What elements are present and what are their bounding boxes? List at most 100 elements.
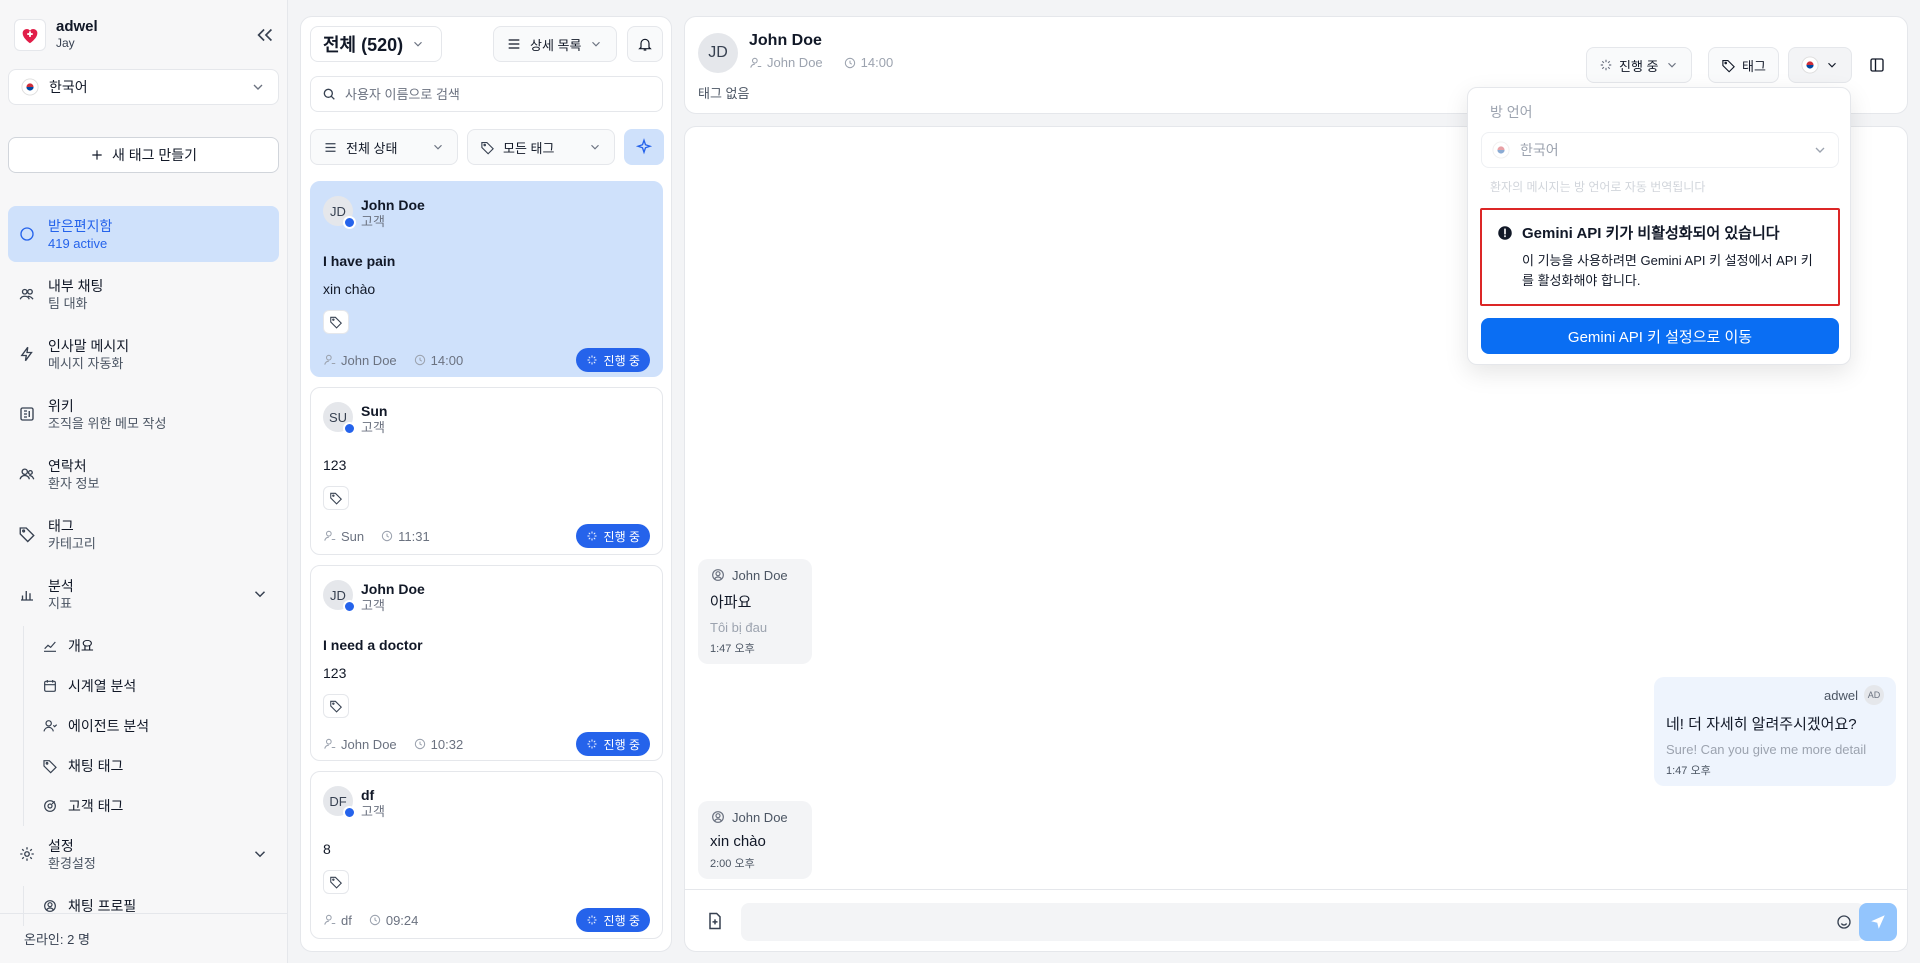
collapse-sidebar-icon[interactable] (254, 24, 276, 46)
conversation-card[interactable]: SU Sun 고객 123 Sun 11:31 진행 중 (310, 387, 663, 555)
brand-logo (14, 18, 46, 51)
sidebar-item-wiki[interactable]: 위키 조직을 위한 메모 작성 (8, 386, 279, 442)
language-label: 한국어 (49, 79, 88, 95)
card-name: Sun (361, 403, 388, 419)
message-input[interactable] (753, 914, 1835, 930)
subnav-customer-tags[interactable]: 고객 태그 (34, 786, 279, 826)
avatar: JD (323, 580, 356, 613)
tag-label: 태그 (1742, 58, 1766, 74)
status-select-button[interactable]: 진행 중 (1586, 47, 1692, 83)
avatar: DF (323, 786, 356, 819)
conversation-filter-select[interactable]: 전체 (520) (310, 26, 442, 62)
customer-icon (710, 809, 726, 825)
add-tag-button[interactable] (323, 694, 349, 718)
message-sender: John Doe (732, 809, 788, 825)
conversation-card[interactable]: DF df 고객 8 df 09:24 진행 중 (310, 771, 663, 939)
go-to-api-settings-button[interactable]: Gemini API 키 설정으로 이동 (1481, 318, 1839, 354)
avatar: JD (323, 196, 356, 229)
sidebar-item-analytics[interactable]: 분석 지표 (8, 566, 279, 622)
search-box[interactable] (310, 76, 663, 112)
status-label: 진행 중 (603, 737, 640, 752)
sidebar-item-contacts[interactable]: 연락처 환자 정보 (8, 446, 279, 502)
tag-button[interactable]: 태그 (1708, 47, 1779, 83)
nav-sub: 메시지 자동화 (48, 355, 124, 371)
tag-filter-select[interactable]: 모든 태그 (467, 129, 615, 165)
sidebar-item-tags[interactable]: 태그 카테고리 (8, 506, 279, 562)
nav-title: 위키 (48, 397, 74, 414)
divider (0, 913, 287, 914)
card-time: 11:31 (398, 528, 430, 544)
sidebar-item-inbox[interactable]: 받은편지함 419 active (8, 206, 279, 262)
emoji-icon[interactable] (1835, 913, 1853, 931)
card-name: John Doe (361, 197, 425, 213)
gear-icon (18, 845, 36, 863)
nav-title: 태그 (48, 517, 74, 534)
view-mode-select[interactable]: 상세 목록 (493, 26, 617, 62)
room-language-button[interactable] (1788, 47, 1852, 83)
add-tag-button[interactable] (323, 870, 349, 894)
card-last-message: 123 (323, 665, 347, 681)
nav-title: 받은편지함 (48, 217, 113, 234)
conversation-card[interactable]: JD John Doe 고객 I have pain xin chào John … (310, 181, 663, 377)
view-label: 상세 목록 (530, 37, 582, 53)
agent-icon (323, 529, 337, 543)
subnav-agent[interactable]: 에이전트 분석 (34, 706, 279, 746)
message-text: xin chào (710, 833, 766, 850)
korea-flag-icon (1801, 56, 1819, 74)
analytics-subnav: 개요 시계열 분석 에이전트 분석 채팅 태그 고객 태그 (23, 626, 279, 826)
chat-meta: John Doe 14:00 (749, 55, 893, 70)
loader-icon (1599, 58, 1613, 72)
room-language-select[interactable]: 한국어 (1481, 132, 1839, 168)
subnav-timeseries[interactable]: 시계열 분석 (34, 666, 279, 706)
subnav-chat-tags[interactable]: 채팅 태그 (34, 746, 279, 786)
korea-flag-icon (1492, 141, 1510, 159)
search-input[interactable] (345, 86, 645, 102)
sidebar-panel-icon[interactable] (1865, 53, 1889, 77)
ai-magic-button[interactable] (624, 129, 664, 165)
status-badge: 진행 중 (575, 908, 650, 932)
sidebar-item-greeting[interactable]: 인사말 메시지 메시지 자동화 (8, 326, 279, 382)
nav-sub: 카테고리 (48, 535, 96, 551)
chevron-down-icon[interactable] (251, 585, 269, 603)
nav-title: 설정 (48, 837, 74, 854)
conversation-card[interactable]: JD John Doe 고객 I need a doctor 123 John D… (310, 565, 663, 761)
card-agent: John Doe (341, 352, 397, 368)
subnav-overview[interactable]: 개요 (34, 626, 279, 666)
status-badge: 진행 중 (575, 732, 650, 756)
sparkle-icon (635, 138, 653, 156)
language-select[interactable]: 한국어 (8, 69, 279, 105)
brand-name: adwel (56, 18, 98, 35)
chevron-down-icon (589, 37, 603, 51)
add-tag-button[interactable] (323, 486, 349, 510)
add-tag-button[interactable] (323, 310, 349, 334)
sidebar-item-settings[interactable]: 설정 환경설정 (8, 826, 279, 882)
card-name: John Doe (361, 581, 425, 597)
new-tag-label: 새 태그 만들기 (111, 147, 198, 163)
notification-button[interactable] (627, 26, 663, 62)
subnav-chat-profile[interactable]: 채팅 프로필 (34, 886, 279, 926)
search-icon (321, 86, 337, 102)
room-language-hint: 환자의 메시지는 방 언어로 자동 번역됩니다 (1490, 180, 1706, 194)
calendar-icon (42, 678, 58, 694)
messenger-badge-icon (343, 216, 356, 229)
tag-icon (42, 758, 58, 774)
card-role: 고객 (361, 598, 385, 613)
message-time: 1:47 오후 (1666, 765, 1711, 777)
send-button[interactable] (1859, 903, 1897, 941)
sidebar-item-internal-chat[interactable]: 내부 채팅 팀 대화 (8, 266, 279, 322)
room-language-value: 한국어 (1520, 142, 1559, 158)
chevron-down-icon (250, 79, 266, 95)
message-incoming: John Doe xin chào 2:00 오후 (698, 801, 812, 879)
new-tag-button[interactable]: 새 태그 만들기 (8, 137, 279, 173)
card-original-message: I need a doctor (323, 637, 423, 653)
chevron-down-icon[interactable] (251, 845, 269, 863)
room-language-label: 방 언어 (1490, 104, 1533, 120)
message-composer[interactable] (741, 903, 1865, 941)
attach-file-icon[interactable] (705, 911, 727, 933)
avatar: JD (698, 33, 738, 73)
brand-user: Jay (56, 36, 75, 50)
alert-icon (1496, 224, 1514, 242)
chevron-down-icon (588, 140, 602, 154)
conversation-list-panel: 전체 (520) 상세 목록 전체 상태 모든 태그 JD John Doe고객… (300, 16, 672, 952)
status-filter-select[interactable]: 전체 상태 (310, 129, 458, 165)
